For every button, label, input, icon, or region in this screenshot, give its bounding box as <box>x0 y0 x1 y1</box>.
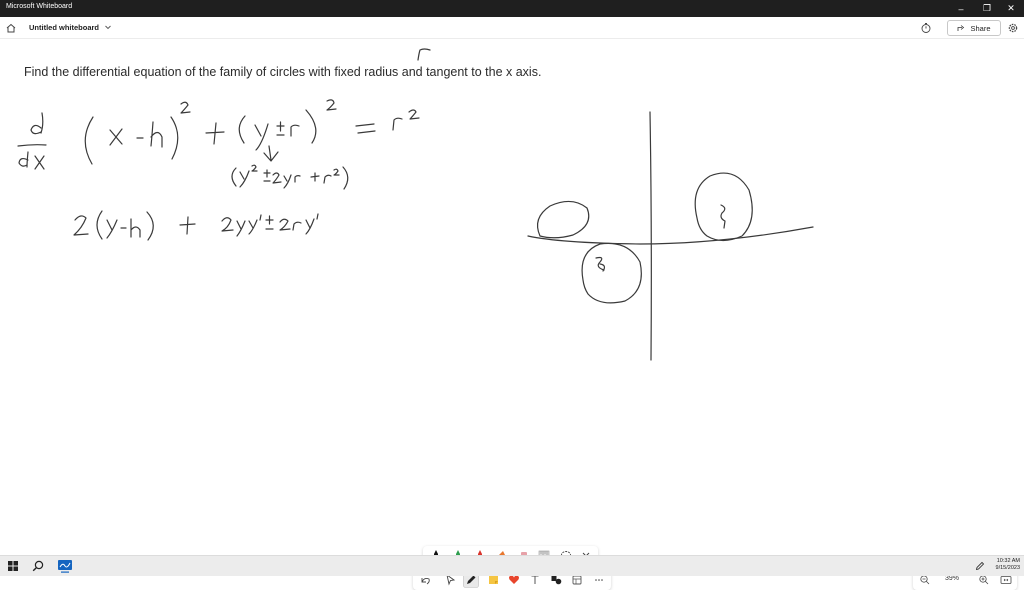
ink-y-3 <box>283 174 292 189</box>
clock-date: 9/15/2023 <box>995 565 1020 571</box>
ink-circle-below <box>581 242 642 304</box>
ink-dx <box>18 151 45 170</box>
ink-prime-1 <box>259 214 262 221</box>
ink-2-b <box>73 215 89 236</box>
home-icon[interactable] <box>5 22 17 34</box>
ink-paren-open-3 <box>231 167 237 187</box>
app-header: Untitled whiteboard Share <box>0 17 1024 39</box>
ink-sup-2-c <box>408 109 420 120</box>
ink-2-a <box>272 172 282 184</box>
ink-plusminus-2 <box>263 169 271 182</box>
ink-r-2 <box>392 117 403 131</box>
ink-layer <box>17 48 814 361</box>
title-bar: Microsoft Whiteboard – ❐ ✕ <box>0 0 1024 17</box>
ink-paren-close-3 <box>342 166 349 190</box>
ink-r-4 <box>323 174 332 184</box>
ink-sup-2-a <box>180 101 191 114</box>
ink-2-d <box>279 218 291 231</box>
ink-d <box>30 112 44 135</box>
close-window-button[interactable]: ✕ <box>998 0 1024 17</box>
timer-icon[interactable] <box>920 22 932 34</box>
ink-y-4 <box>106 219 118 239</box>
ink-paren-close-2 <box>305 109 317 144</box>
share-icon <box>958 25 965 31</box>
ink-x-1 <box>109 128 123 146</box>
ink-prime-2 <box>316 213 319 220</box>
ink-h-2 <box>130 218 141 238</box>
ink-h-1 <box>150 121 163 148</box>
ink-plusminus-3 <box>265 215 274 230</box>
ink-r-3 <box>294 175 301 183</box>
ink-y-6 <box>248 219 258 235</box>
minimize-button[interactable]: – <box>948 0 974 17</box>
ink-r-5 <box>292 221 302 231</box>
clock-time: 10:32 AM <box>996 558 1020 564</box>
ink-paren-open-4 <box>96 210 103 240</box>
ink-sup-2-e <box>333 168 340 176</box>
search-icon[interactable] <box>32 560 44 572</box>
whiteboard-app-icon[interactable] <box>57 559 73 573</box>
ink-plus-1 <box>205 122 225 145</box>
app-title: Microsoft Whiteboard <box>6 3 73 10</box>
ink-paren-close-4 <box>146 211 154 241</box>
ink-sup-2-b <box>326 99 337 111</box>
ink-sup-2-d <box>251 164 258 172</box>
ink-arrow-down <box>263 145 279 162</box>
ink-plus-3 <box>179 216 196 235</box>
system-clock[interactable]: 10:32 AM 9/15/2023 <box>996 558 1020 572</box>
taskbar: 10:32 AM 9/15/2023 <box>0 555 1024 576</box>
ink-y-axis <box>649 111 652 361</box>
chevron-down-icon[interactable] <box>104 23 112 31</box>
gear-icon[interactable] <box>1007 22 1019 34</box>
ink-squiggle-below <box>595 256 606 272</box>
windows-start-icon[interactable] <box>8 561 18 571</box>
ink-paren-open-2 <box>238 115 246 144</box>
ink-paren-close-1 <box>170 116 179 160</box>
ink-plus-2 <box>310 172 320 182</box>
ink-y-1 <box>254 123 269 151</box>
ink-2-c <box>221 217 234 232</box>
ink-fraction-bar <box>17 144 47 147</box>
ink-r-1 <box>290 124 300 137</box>
ink-y-5 <box>236 220 246 237</box>
ink-squiggle-right <box>720 204 726 229</box>
ink-paren-open-1 <box>84 116 94 165</box>
ink-plusminus-1 <box>276 121 285 136</box>
share-button[interactable]: Share <box>947 20 1001 36</box>
ink-circle-left <box>537 200 590 239</box>
ink-equals-1 <box>355 123 376 134</box>
pen-menu-icon[interactable] <box>975 561 985 571</box>
ink-r-annotation <box>417 48 431 61</box>
ink-y-2 <box>239 170 250 188</box>
share-label: Share <box>970 23 991 33</box>
whiteboard-canvas[interactable]: Find the differential equation of the fa… <box>0 40 1024 590</box>
restore-button[interactable]: ❐ <box>974 0 1000 17</box>
zoom-level[interactable]: 39% <box>945 575 959 582</box>
board-name[interactable]: Untitled whiteboard <box>29 23 99 32</box>
ink-y-7 <box>305 218 315 235</box>
